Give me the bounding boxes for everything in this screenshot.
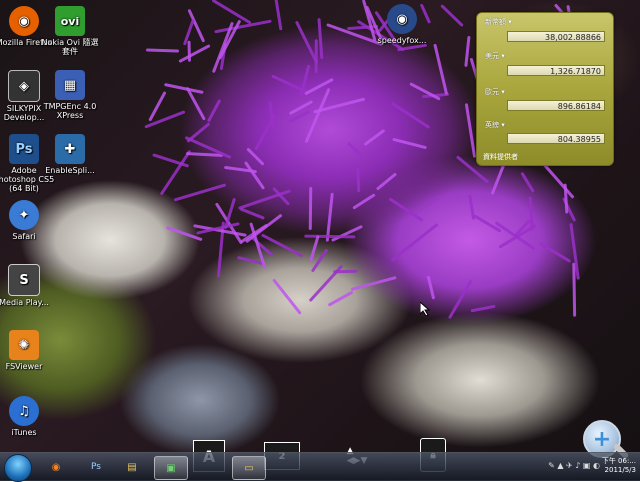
- clock-time: 下午 06:...: [601, 457, 636, 465]
- speedyfox-icon: ◉: [387, 4, 417, 34]
- currency-value-2[interactable]: 1,326.71870: [507, 65, 605, 76]
- silkypix-icon: ◈: [8, 70, 40, 102]
- desktop-icon-safari[interactable]: ✦ Safari: [0, 200, 56, 241]
- desktop-icon-speedyfox[interactable]: ◉ speedyfox...: [370, 4, 434, 45]
- desktop-icon-enablesplit[interactable]: ✚ EnableSpli...: [38, 134, 102, 175]
- itunes-icon: ♫: [9, 396, 39, 426]
- taskbar: ◉ Ps ▤ ▣ ▭ ✎ ▲ ✈ ♪ ▣ ◐ 下午 06:... 2011/5/…: [0, 452, 640, 482]
- gadget-provider-link[interactable]: 資料提供者: [483, 152, 518, 162]
- currency-label-1[interactable]: 新幣額 ▾: [485, 17, 512, 27]
- tmpgenc-icon: ▦: [55, 70, 85, 100]
- mediaplayer-icon: S: [8, 264, 40, 296]
- currency-value-4[interactable]: 804.38955: [507, 133, 605, 144]
- firefox-icon: ◉: [9, 6, 39, 36]
- firefox-icon: ◉: [51, 461, 61, 473]
- enablesplit-icon: ✚: [55, 134, 85, 164]
- desktop-icon-label: Safari: [12, 232, 36, 241]
- taskbar-firefox-button[interactable]: ◉: [40, 456, 72, 478]
- currency-value-3[interactable]: 896.86184: [507, 100, 605, 111]
- taskbar-folder-button[interactable]: ▭: [232, 456, 266, 480]
- start-button[interactable]: [4, 454, 32, 482]
- ovi-icon: ovi: [55, 6, 85, 36]
- currency-label-4[interactable]: 英鎊 ▾: [485, 120, 505, 130]
- safari-icon: ✦: [9, 200, 39, 230]
- desktop-icon-mediaplayer[interactable]: S Media Play...: [0, 264, 56, 307]
- folder-icon: ▭: [244, 462, 254, 474]
- desktop-icon-label: FSViewer: [5, 362, 43, 371]
- fsviewer-icon: ✺: [9, 330, 39, 360]
- desktop-icon-ovi[interactable]: ovi Nokia Ovi 隨選套件: [38, 6, 102, 56]
- presentation-tool-dock: A 2 ▲◀▶▼ 🔒︎: [0, 430, 640, 472]
- taskbar-clock[interactable]: 下午 06:... 2011/5/3: [592, 457, 636, 475]
- photoshop-icon: Ps: [9, 134, 39, 164]
- desktop-icon-label: TMPGEnc 4.0 XPress: [43, 102, 97, 120]
- folder-icon: ▤: [127, 461, 137, 473]
- desktop-icon-label: EnableSpli...: [45, 166, 95, 175]
- desktop-icon-fsviewer[interactable]: ✺ FSViewer: [0, 330, 56, 371]
- currency-label-3[interactable]: 歐元 ▾: [485, 87, 505, 97]
- flower-strand: [308, 187, 313, 231]
- currency-converter-gadget[interactable]: 新幣額 ▾ 38,002.88866 美元 ▾ 1,326.71870 歐元 ▾…: [476, 12, 614, 166]
- currency-value-1[interactable]: 38,002.88866: [507, 31, 605, 42]
- desktop-icon-label: speedyfox...: [377, 36, 427, 45]
- photoshop-icon: Ps: [91, 462, 101, 472]
- mouse-cursor-icon: [420, 302, 430, 316]
- taskbar-active-window-button[interactable]: ▣: [154, 456, 188, 480]
- app-window-icon: ▣: [166, 462, 176, 474]
- currency-label-2[interactable]: 美元 ▾: [485, 51, 505, 61]
- desktop-icon-tmpgenc[interactable]: ▦ TMPGEnc 4.0 XPress: [38, 70, 102, 120]
- taskbar-explorer-button[interactable]: ▤: [116, 456, 148, 478]
- taskbar-photoshop-button[interactable]: Ps: [80, 456, 112, 478]
- clock-date: 2011/5/3: [604, 466, 636, 474]
- desktop-icon-label: Nokia Ovi 隨選套件: [41, 38, 99, 56]
- desktop-icon-label: Media Play...: [0, 298, 49, 307]
